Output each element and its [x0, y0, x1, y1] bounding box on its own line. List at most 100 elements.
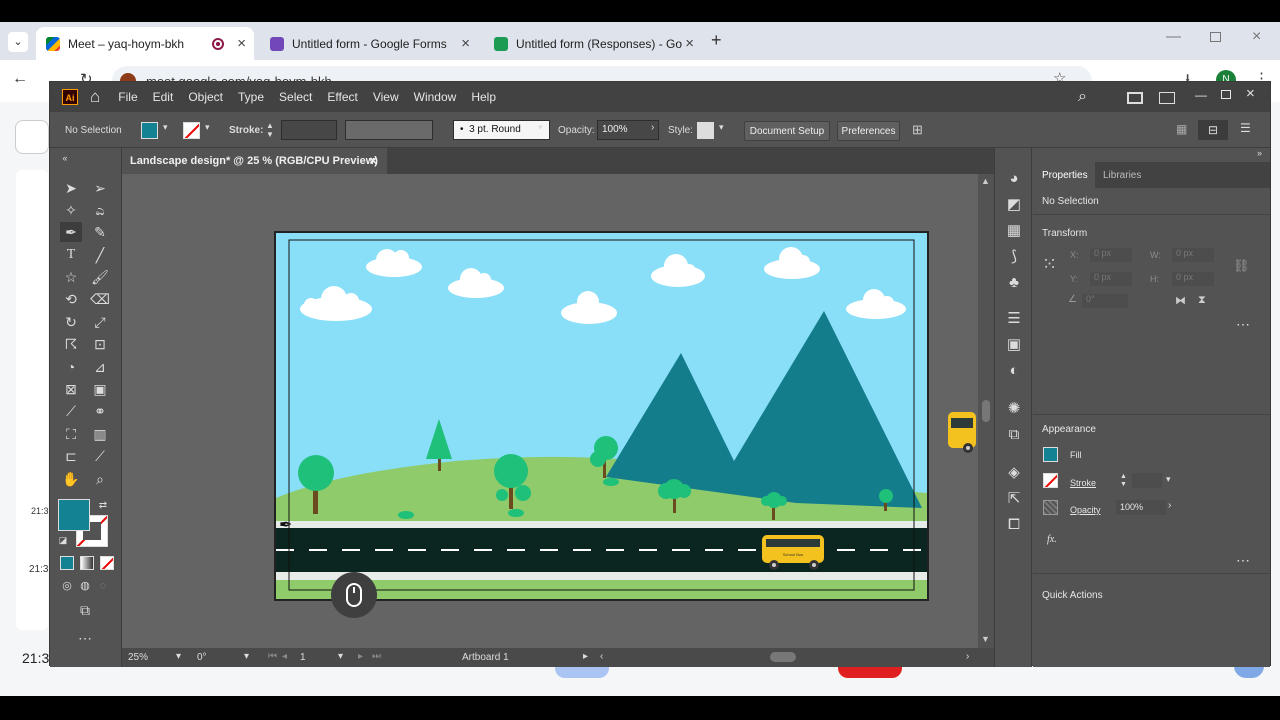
scroll-right-icon[interactable]: › — [966, 651, 969, 662]
stroke-swatch[interactable] — [183, 122, 200, 139]
home-icon[interactable]: ⌂ — [90, 87, 100, 107]
chevron-down-icon[interactable]: ▾ — [1166, 474, 1171, 485]
more-options-icon[interactable]: ⋯ — [1236, 552, 1250, 569]
hand-tool-icon[interactable]: ✋ — [60, 469, 82, 489]
stroke-label[interactable]: Stroke — [1070, 478, 1096, 488]
chevron-right-icon[interactable]: ▸ — [583, 651, 588, 662]
last-artboard-icon[interactable]: ⏭ — [372, 651, 381, 662]
menu-help[interactable]: Help — [471, 90, 496, 104]
arrange-icon[interactable]: ▦ — [1176, 122, 1187, 136]
style-swatch[interactable] — [697, 122, 714, 139]
panel-options-icon[interactable]: ⊟ — [1198, 120, 1228, 140]
close-icon[interactable]: × — [461, 35, 470, 52]
menu-window[interactable]: Window — [414, 90, 457, 104]
stroke-weight-stepper[interactable]: ▲ ▼ — [1120, 473, 1127, 489]
meet-present-button[interactable] — [15, 120, 49, 154]
shaper-tool-icon[interactable]: ⟲ — [60, 289, 82, 309]
none-mode-icon[interactable] — [100, 556, 114, 570]
pen-tool-icon[interactable]: ✒ — [60, 222, 82, 242]
paintbrush-tool-icon[interactable]: 🖌 — [89, 267, 111, 287]
fx-button[interactable]: fx. — [1047, 534, 1057, 545]
artboard-tool-icon[interactable]: ⊏ — [60, 446, 82, 466]
search-icon[interactable]: ⌕ — [1078, 88, 1087, 106]
gradient-panel-icon[interactable]: ▣ — [1005, 336, 1023, 354]
chevron-down-icon[interactable]: ▾ — [163, 122, 168, 133]
scroll-left-icon[interactable]: ‹ — [600, 651, 603, 662]
workspace-icon[interactable] — [1159, 92, 1175, 104]
gradient-mode-icon[interactable] — [80, 556, 94, 570]
color-panel-icon[interactable]: ◕ — [1005, 170, 1023, 188]
tab-form-responses[interactable]: Untitled form (Responses) - Go × — [484, 27, 702, 60]
constrain-proportions-icon[interactable]: ⛓ — [1233, 258, 1250, 274]
vertical-scrollbar[interactable]: ▲ ▼ — [978, 174, 994, 648]
line-tool-icon[interactable]: ╱ — [89, 245, 111, 265]
direct-selection-tool-icon[interactable]: ➢ — [89, 178, 111, 198]
chevron-down-icon[interactable]: ▾ — [205, 122, 210, 133]
menu-object[interactable]: Object — [188, 90, 223, 104]
stroke-panel-icon[interactable]: ☰ — [1005, 310, 1023, 328]
menu-effect[interactable]: Effect — [327, 90, 357, 104]
scale-tool-icon[interactable]: ⤢ — [89, 312, 111, 332]
x-field[interactable]: 0 px — [1090, 248, 1132, 262]
brushes-panel-icon[interactable]: ⟆ — [1005, 248, 1023, 266]
stroke-weight-field[interactable] — [281, 120, 337, 140]
lasso-tool-icon[interactable]: ಎ — [89, 200, 111, 220]
close-icon[interactable]: × — [685, 35, 694, 52]
y-field[interactable]: 0 px — [1090, 272, 1132, 286]
next-artboard-icon[interactable]: ▸ — [358, 651, 363, 662]
fill-swatch[interactable] — [141, 122, 158, 139]
default-colors-icon[interactable]: ◪ — [52, 530, 74, 550]
rotate-tool-icon[interactable]: ↻ — [60, 312, 82, 332]
tab-libraries[interactable]: Libraries — [1103, 170, 1141, 181]
zoom-level[interactable]: 25% — [128, 652, 148, 663]
preferences-button[interactable]: Preferences — [837, 121, 900, 141]
stroke-weight-field[interactable] — [1132, 473, 1162, 488]
tab-meet[interactable]: Meet – yaq-hoym-bkh × — [36, 27, 254, 60]
curvature-tool-icon[interactable]: ✎ — [89, 222, 111, 242]
artboard[interactable]: School Bus — [274, 231, 929, 601]
minimize-icon[interactable]: — — [1195, 88, 1207, 102]
h-field[interactable]: 0 px — [1172, 272, 1214, 286]
previous-artboard-icon[interactable]: ◂ — [282, 651, 287, 662]
close-icon[interactable]: × — [1246, 85, 1255, 102]
maximize-icon[interactable] — [1221, 90, 1231, 99]
stroke-weight-stepper[interactable]: ▲ ▼ — [266, 121, 274, 139]
screen-mode-icon[interactable]: ⧉ — [74, 600, 96, 620]
slice-tool-icon[interactable]: ⟋ — [89, 446, 111, 466]
tab-search-button[interactable]: ⌄ — [8, 32, 28, 52]
symbols-panel-icon[interactable]: ♣ — [1005, 274, 1023, 292]
opacity-field[interactable]: 100% — [597, 120, 659, 140]
artboards-panel-icon[interactable]: ⧠ — [1005, 516, 1023, 534]
opacity-field[interactable]: 100% — [1116, 500, 1166, 515]
swatches-panel-icon[interactable]: ▦ — [1005, 222, 1023, 240]
eraser-tool-icon[interactable]: ⌫ — [89, 289, 111, 309]
eyedropper-tool-icon[interactable]: ⟋ — [60, 401, 82, 421]
perspective-grid-tool-icon[interactable]: ⊿ — [89, 357, 111, 377]
chevron-down-icon[interactable]: ▾ — [719, 122, 724, 133]
menu-view[interactable]: View — [373, 90, 399, 104]
swap-fill-stroke-icon[interactable]: ⇄ — [92, 496, 114, 516]
collapse-icon[interactable]: « — [54, 148, 76, 168]
export-icon[interactable]: ⇱ — [1005, 490, 1023, 508]
menu-select[interactable]: Select — [279, 90, 312, 104]
angle-field[interactable]: 0° — [1082, 294, 1128, 308]
tab-properties[interactable]: Properties — [1033, 162, 1095, 188]
more-tools-icon[interactable]: ⋯ — [74, 628, 96, 648]
chevron-down-icon[interactable]: ▾ — [538, 122, 543, 133]
menu-type[interactable]: Type — [238, 90, 264, 104]
artboard-number[interactable]: 1 — [300, 652, 306, 663]
chevron-down-icon[interactable]: ▾ — [338, 651, 343, 662]
tab-google-forms[interactable]: Untitled form - Google Forms × — [260, 27, 478, 60]
star-tool-icon[interactable]: ☆ — [60, 267, 82, 287]
fill-swatch[interactable] — [1043, 447, 1058, 462]
restore-icon[interactable] — [1210, 32, 1221, 42]
close-window-icon[interactable]: × — [1252, 28, 1261, 46]
fill-color-box[interactable] — [58, 499, 90, 531]
color-guide-icon[interactable]: ◩ — [1005, 196, 1023, 214]
w-field[interactable]: 0 px — [1172, 248, 1214, 262]
variable-width-profile[interactable] — [345, 120, 433, 140]
zoom-tool-icon[interactable]: ⌕ — [89, 469, 111, 489]
chevron-down-icon[interactable]: ▾ — [244, 651, 249, 662]
stroke-swatch[interactable] — [1043, 473, 1058, 488]
shape-builder-tool-icon[interactable]: ◔ — [60, 357, 82, 377]
